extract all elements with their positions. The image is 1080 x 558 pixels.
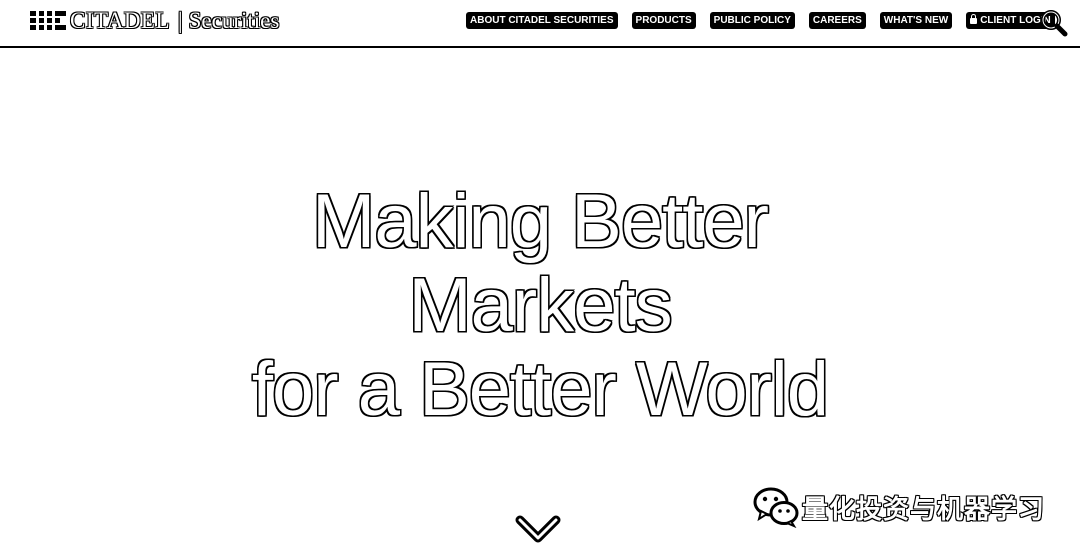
header-divider (0, 46, 1080, 48)
citadel-securities-logo[interactable]: CITADEL | Securities (30, 6, 279, 36)
nav-public-policy[interactable]: PUBLIC POLICY (709, 12, 795, 29)
lock-icon (970, 14, 978, 24)
logo-name: CITADEL (70, 8, 171, 33)
nav-careers[interactable]: CAREERS (808, 12, 866, 29)
hero-section: Making Better Markets for a Better World (0, 180, 1080, 432)
hero-headline-line-3: for a Better World (251, 347, 829, 432)
hero-headline-line-1: Making Better (312, 179, 769, 264)
watermark-text: 量化投资与机器学习 (802, 494, 1046, 525)
citadel-logo-mark-icon (30, 11, 66, 31)
search-icon[interactable] (1040, 9, 1068, 37)
wechat-icon (753, 487, 799, 528)
nav-about[interactable]: ABOUT CITADEL SECURITIES (466, 12, 618, 29)
chevron-down-icon[interactable] (514, 512, 562, 546)
main-nav: ABOUT CITADEL SECURITIES PRODUCTS PUBLIC… (466, 12, 1055, 29)
nav-products[interactable]: PRODUCTS (631, 12, 696, 29)
watermark: 量化投资与机器学习 (752, 485, 1045, 529)
hero-headline-line-2: Markets (408, 263, 672, 348)
nav-whats-new[interactable]: WHAT'S NEW (879, 12, 953, 29)
site-header: CITADEL | Securities ABOUT CITADEL SECUR… (0, 0, 1080, 46)
logo-subtitle: Securities (188, 8, 280, 33)
logo-separator: | (178, 8, 183, 33)
